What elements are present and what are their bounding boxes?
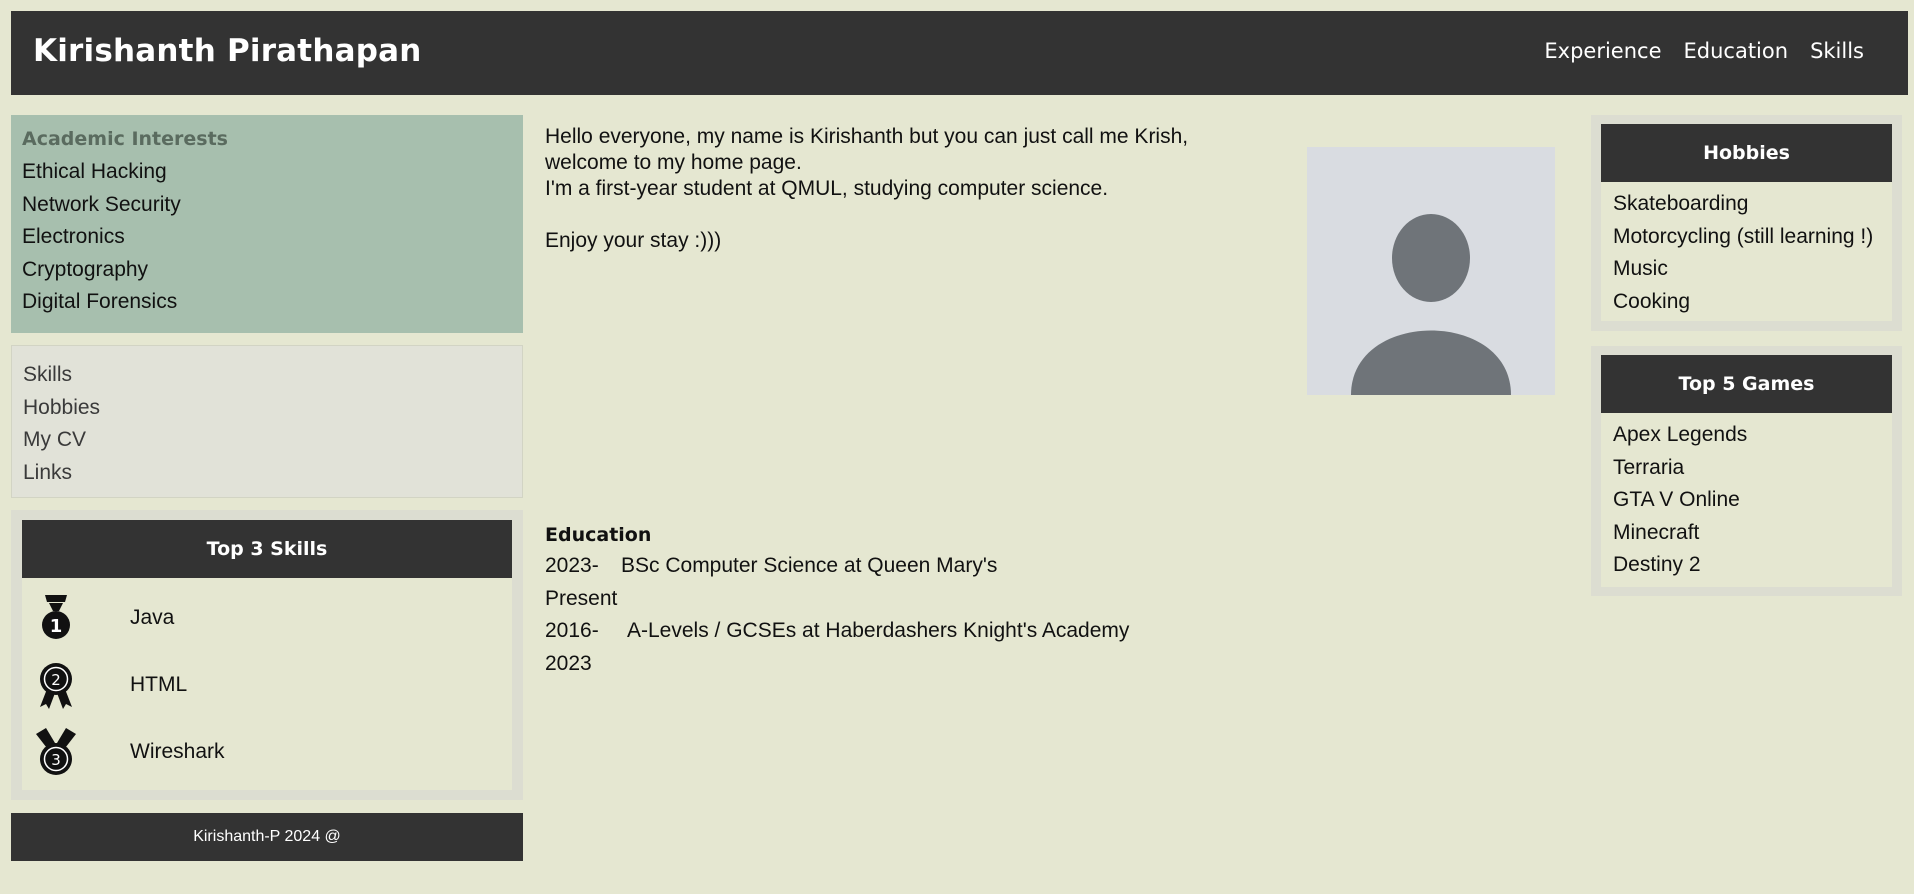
top-skills-list: 1 Java 2 HTML 3 Wireshark (22, 578, 512, 790)
skill-row: 3 Wireshark (22, 718, 512, 785)
nav-experience[interactable]: Experience (1544, 39, 1661, 63)
hobby-item: Skateboarding (1613, 192, 1749, 215)
footer: Kirishanth-P 2024 @ (11, 813, 523, 861)
side-nav-hobbies[interactable]: Hobbies (23, 396, 100, 419)
game-item: Minecraft (1613, 520, 1700, 544)
svg-text:1: 1 (50, 616, 63, 637)
top-games-title: Top 5 Games (1601, 355, 1892, 413)
first-place-medal-icon: 1 (42, 594, 70, 639)
intro-greeting: Hello everyone, my name is Kirishanth bu… (545, 125, 1189, 174)
user-avatar-icon (1351, 214, 1511, 395)
main-nav: Experience Education Skills (1544, 39, 1864, 63)
education-text: A-Levels / GCSEs at Haberdashers Knight'… (627, 619, 1130, 642)
skill-name: Java (130, 605, 175, 629)
interest-item: Digital Forensics (22, 290, 178, 313)
education-section: Education 2023- Present BSc Computer Sci… (545, 524, 1245, 680)
game-item: Apex Legends (1613, 423, 1748, 446)
skill-row: 1 Java (22, 584, 512, 651)
game-item: Terraria (1613, 455, 1685, 479)
education-title: Education (545, 524, 652, 546)
interest-item: Network Security (22, 192, 181, 216)
intro-enjoy: Enjoy your stay :))) (545, 229, 722, 252)
hobby-item: Motorcycling (still learning !) (1613, 224, 1874, 248)
education-date: 2023- Present (545, 554, 618, 610)
footer-text: Kirishanth-P 2024 @ (193, 828, 341, 845)
side-nav-my-cv[interactable]: My CV (23, 428, 86, 451)
top-skills-panel: Top 3 Skills 1 Java 2 HTML 3 Wireshark (11, 510, 523, 800)
intro-study: I'm a first-year student at QMUL, studyi… (545, 177, 1109, 200)
side-nav-links[interactable]: Links (23, 461, 72, 484)
academic-interests-panel: Academic Interests Ethical Hacking Netwo… (11, 115, 523, 333)
game-item: GTA V Online (1613, 488, 1740, 511)
skill-name: HTML (130, 672, 188, 696)
interest-item: Cryptography (22, 257, 149, 281)
side-nav-skills[interactable]: Skills (23, 363, 72, 386)
hobby-item: Cooking (1613, 289, 1691, 313)
top-games-list: Apex Legends Terraria GTA V Online Minec… (1601, 413, 1892, 587)
nav-education[interactable]: Education (1684, 39, 1789, 63)
skill-name: Wireshark (130, 739, 225, 763)
svg-text:3: 3 (51, 751, 61, 769)
education-date: 2016- 2023 (545, 619, 599, 675)
interest-item: Electronics (22, 225, 125, 248)
top-header: Kirishanth Pirathapan Experience Educati… (11, 11, 1908, 95)
hobbies-panel: Hobbies Skateboarding Motorcycling (stil… (1591, 115, 1902, 331)
game-item: Destiny 2 (1613, 553, 1701, 576)
site-title: Kirishanth Pirathapan (33, 33, 422, 69)
intro-text: Hello everyone, my name is Kirishanth bu… (545, 124, 1245, 254)
third-place-medal-icon: 3 (36, 727, 76, 775)
skill-row: 2 HTML (22, 651, 512, 718)
nav-skills[interactable]: Skills (1810, 39, 1864, 63)
education-text: BSc Computer Science at Queen Mary's (621, 554, 998, 577)
profile-avatar (1307, 147, 1555, 395)
top-skills-title: Top 3 Skills (22, 520, 512, 578)
second-place-medal-icon: 2 (40, 662, 72, 709)
hobbies-list: Skateboarding Motorcycling (still learni… (1601, 182, 1892, 321)
hobby-item: Music (1613, 257, 1668, 280)
hobbies-title: Hobbies (1601, 124, 1892, 182)
interest-item: Ethical Hacking (22, 160, 167, 183)
academic-interests-list: Ethical Hacking Network Security Electro… (22, 156, 512, 319)
education-entry: 2023- Present BSc Computer Science at Qu… (545, 550, 1245, 615)
academic-interests-title: Academic Interests (22, 128, 228, 150)
top-games-panel: Top 5 Games Apex Legends Terraria GTA V … (1591, 346, 1902, 596)
side-nav-panel: Skills Hobbies My CV Links (11, 345, 523, 498)
svg-text:2: 2 (51, 671, 61, 689)
education-entry: 2016- 2023 A-Levels / GCSEs at Haberdash… (545, 615, 1245, 680)
